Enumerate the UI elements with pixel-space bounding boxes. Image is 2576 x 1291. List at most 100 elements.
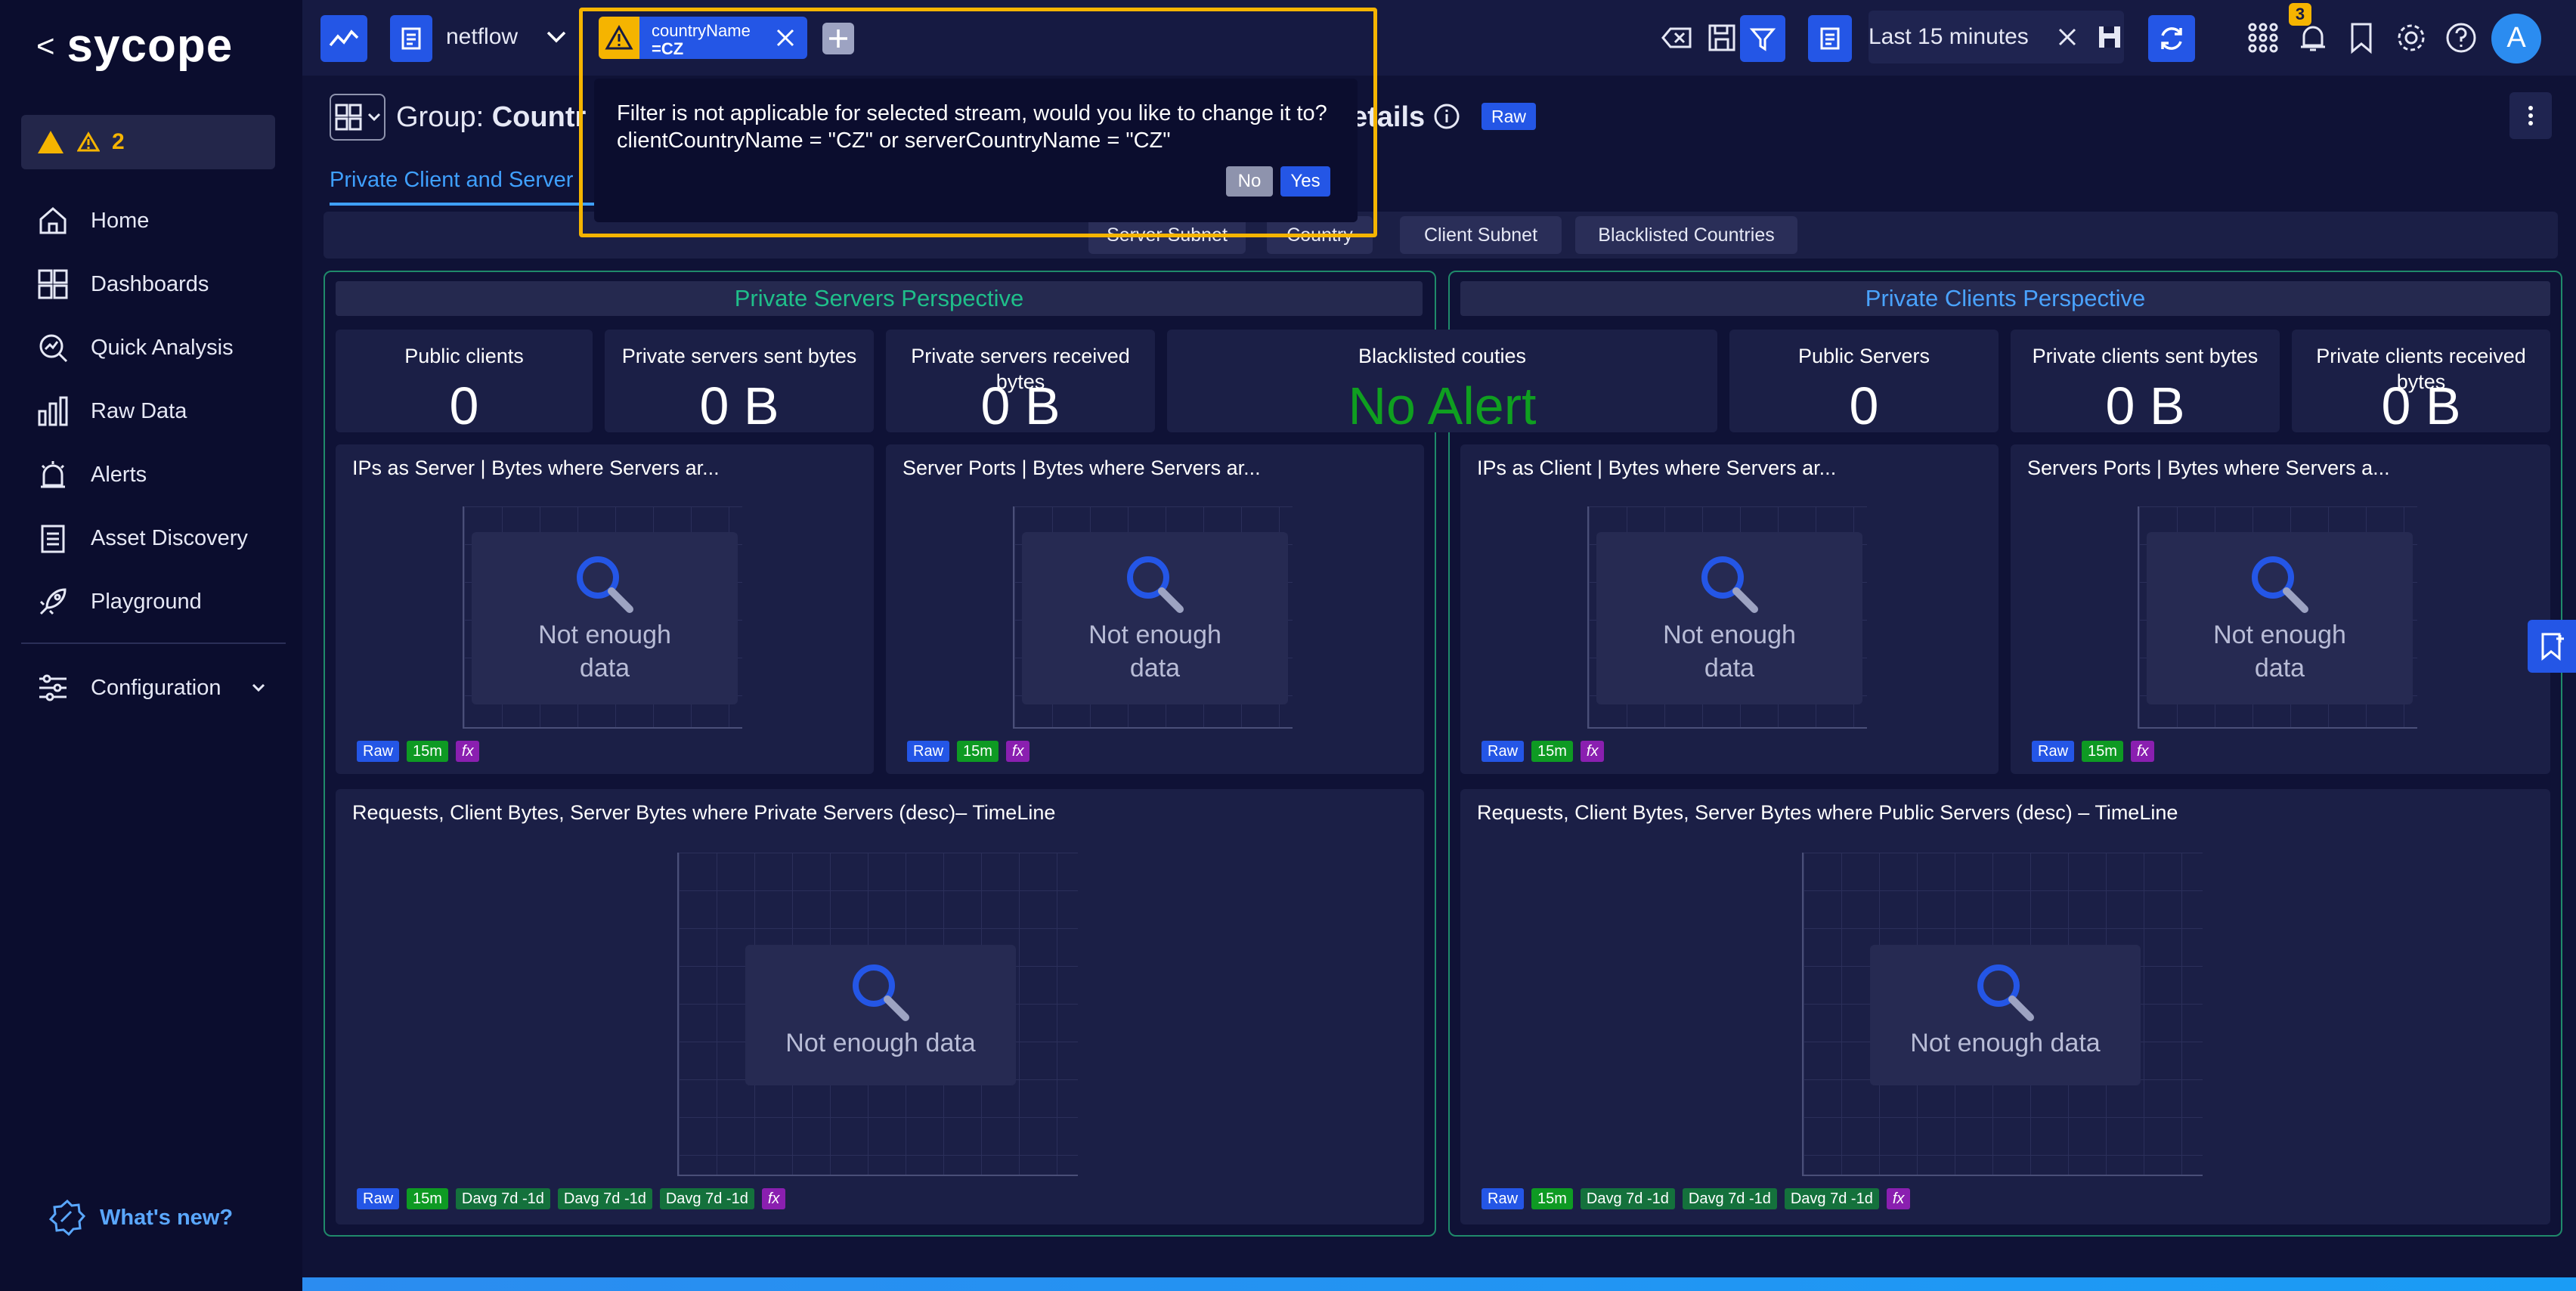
subtab-blacklisted-countries[interactable]: Blacklisted Countries [1575,216,1797,254]
panel-ips-as-server[interactable]: IPs as Server | Bytes where Servers ar..… [336,444,874,774]
no-data-message: Not enough data [1596,532,1862,704]
notification-count: 3 [2289,3,2311,26]
page-title-tail: etails [1351,101,1426,133]
time-icon-button[interactable] [1808,15,1852,62]
clear-time-icon[interactable] [2056,26,2079,48]
kpi-public-clients: Public clients 0 [336,330,593,432]
filter-remove-icon[interactable] [774,26,797,49]
pulse-chart-icon [329,29,359,47]
main-nav: Home Dashboards Quick Analysis Raw Data … [0,189,302,633]
whats-new-label: What's new? [100,1205,234,1230]
nav-alerts[interactable]: Alerts [0,443,302,506]
alarm-icon [41,461,65,488]
help-icon[interactable] [2443,20,2479,56]
save-time-icon[interactable] [2097,24,2122,50]
gear-icon[interactable] [2393,20,2429,56]
no-button[interactable]: No [1226,166,1273,197]
time-range-selector[interactable]: Last 15 minutes [1869,11,2124,63]
more-options-button[interactable] [2509,92,2552,139]
save-filter-icon[interactable] [1704,20,1740,56]
magnifier-icon [1977,964,2034,1021]
whats-new-link[interactable]: What's new? [48,1199,233,1237]
panel-servers-ports[interactable]: Servers Ports | Bytes where Servers a...… [2011,444,2550,774]
alert-count: 2 [112,129,125,154]
panel-timeline-public-servers[interactable]: Requests, Client Bytes, Server Bytes whe… [1460,789,2550,1224]
apps-grid-icon[interactable] [2245,20,2281,56]
no-data-message: Not enough data [1870,945,2141,1085]
magnifier-icon [1701,556,1758,613]
magnifier-icon [853,964,909,1021]
nav-playground[interactable]: Playground [0,570,302,633]
nav-raw-data-label: Raw Data [91,398,187,423]
sliders-icon [39,674,67,701]
time-range-label: Last 15 minutes [1869,24,2029,49]
panel-ips-as-client[interactable]: IPs as Client | Bytes where Servers ar..… [1460,444,1999,774]
filter-warning-icon [599,17,639,59]
filter-chip[interactable]: countryName =CZ [599,17,807,59]
panel-tags: Raw 15m fx [907,741,1030,762]
add-filter-button[interactable] [822,23,854,54]
home-icon [39,207,67,234]
raw-badge: Raw [1482,103,1536,130]
alerts-summary[interactable]: 2 [21,115,275,169]
bottom-progress-bar [302,1277,2576,1291]
group-selector-button[interactable] [330,94,385,141]
panel-tags: Raw 15m fx [2032,741,2155,762]
nav-dashboards-label: Dashboards [91,271,209,296]
avatar[interactable]: A [2491,14,2541,63]
clear-filter-icon[interactable] [1660,20,1696,56]
page-title: Group: Countr [396,101,587,133]
kpi-private-clients-received: Private clients received bytes 0 B [2292,330,2550,432]
nav-quick-analysis[interactable]: Quick Analysis [0,316,302,379]
calendar-list-icon [1820,27,1840,50]
panel-tags: Raw 15m Davg 7d -1d Davg 7d -1d Davg 7d -1d f… [1482,1188,1911,1209]
brand-name: sycope [67,20,234,72]
stream-icon-button[interactable] [390,15,432,62]
magnifier-icon [2252,556,2308,613]
kpi-public-servers: Public Servers 0 [1729,330,1999,432]
whats-new-badge-icon [48,1199,86,1237]
filter-button[interactable] [1740,15,1785,62]
panel-tags: Raw 15m Davg 7d -1d Davg 7d -1d Davg 7d -1d f… [357,1188,786,1209]
funnel-icon [1749,28,1776,51]
tab-active-underline [330,203,594,206]
kpi-private-clients-sent: Private clients sent bytes 0 B [2011,330,2280,432]
stream-name: netflow [446,24,519,49]
panel-server-ports[interactable]: Server Ports | Bytes where Servers ar...… [886,444,1424,774]
no-data-message: Not enough data [1022,532,1288,704]
dashboard-grid-icon [335,104,362,131]
plus-icon [829,29,847,48]
nav-home-label: Home [91,208,150,233]
filter-change-dialog: Filter is not applicable for selected st… [594,79,1358,222]
logo[interactable]: < sycope [36,23,233,70]
panel-tags: Raw 15m fx [1482,741,1605,762]
nav-quick-analysis-label: Quick Analysis [91,335,234,360]
tab-private-client-server[interactable]: Private Client and Server [330,168,573,193]
nav-playground-label: Playground [91,589,202,614]
section-title-private-servers: Private Servers Perspective [336,281,1423,316]
dialog-suggestion: clientCountryName = "CZ" or serverCountr… [617,128,1171,153]
nav-configuration[interactable]: Configuration [0,656,302,720]
chevron-down-icon [367,113,381,122]
nav-alerts-label: Alerts [91,462,147,487]
bookmark-icon[interactable] [2343,20,2379,56]
stream-selector[interactable]: netflow [446,11,579,63]
nav-asset-discovery[interactable]: Asset Discovery [0,506,302,570]
yes-button[interactable]: Yes [1280,166,1330,197]
kpi-private-servers-received: Private servers received bytes 0 B [886,330,1155,432]
subtab-client-subnet[interactable]: Client Subnet [1400,216,1562,254]
magnifier-icon [1127,556,1184,613]
nav-raw-data[interactable]: Raw Data [0,379,302,443]
no-data-message: Not enough data [472,532,738,704]
analytics-button[interactable] [320,15,367,62]
panel-tags: Raw 15m fx [357,741,480,762]
back-chevron-icon[interactable]: < [36,30,55,62]
info-icon[interactable] [1433,103,1460,130]
panel-timeline-private-servers[interactable]: Requests, Client Bytes, Server Bytes whe… [336,789,1424,1224]
refresh-button[interactable] [2148,15,2195,62]
nav-home[interactable]: Home [0,189,302,252]
filter-field: countryName [652,21,751,40]
chevron-down-icon [252,683,265,692]
side-bookmark-button[interactable] [2528,620,2576,673]
nav-dashboards[interactable]: Dashboards [0,252,302,316]
